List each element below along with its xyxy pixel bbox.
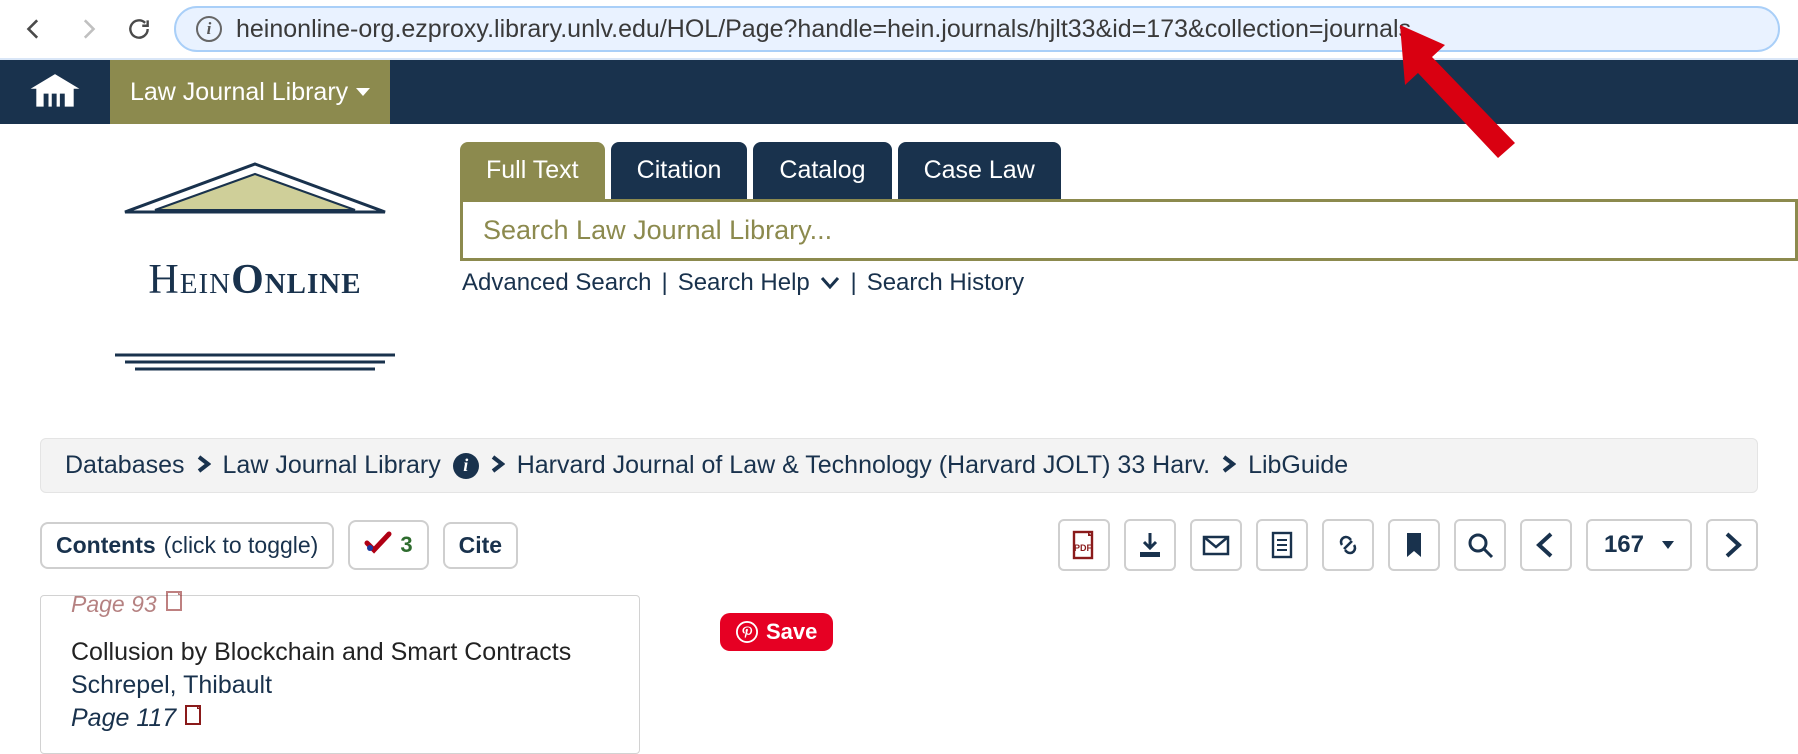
pinterest-icon: [736, 621, 758, 643]
article-author[interactable]: Schrepel, Thibault: [71, 671, 609, 700]
search-input-wrap: [460, 199, 1798, 261]
logo-text: HeinOnline: [148, 256, 361, 304]
prev-article-page-line[interactable]: Page 93: [71, 590, 609, 618]
document-viewer[interactable]: Save: [700, 595, 1758, 754]
pinterest-save-button[interactable]: Save: [720, 613, 833, 651]
save-label: Save: [766, 619, 817, 645]
pdf-download-button[interactable]: PDF: [1058, 519, 1110, 571]
svg-text:PDF: PDF: [1074, 543, 1093, 553]
permalink-button[interactable]: [1322, 519, 1374, 571]
annotation-arrow: [1400, 25, 1540, 170]
nav-forward-button[interactable]: [70, 12, 104, 46]
pdf-icon: [165, 590, 185, 618]
advanced-search-link[interactable]: Advanced Search: [462, 269, 651, 297]
next-page-button[interactable]: [1706, 519, 1758, 571]
home-icon[interactable]: [0, 60, 110, 124]
text-page-button[interactable]: [1256, 519, 1308, 571]
info-icon[interactable]: i: [453, 453, 479, 479]
search-links-row: Advanced Search | Search Help | Search H…: [460, 261, 1798, 305]
prev-page-button[interactable]: [1520, 519, 1572, 571]
tab-citation[interactable]: Citation: [611, 142, 748, 199]
bookmark-button[interactable]: [1388, 519, 1440, 571]
nav-back-button[interactable]: [18, 12, 52, 46]
divider: |: [850, 269, 856, 297]
breadcrumb: Databases Law Journal Library i Harvard …: [40, 438, 1758, 493]
document-toolbar: Contents (click to toggle) 3 Cite PDF 16…: [40, 519, 1758, 571]
article-page-link[interactable]: Page 117: [71, 704, 609, 733]
contents-panel: Page 93 Collusion by Blockchain and Smar…: [40, 595, 640, 754]
chevron-right-icon: [491, 451, 505, 480]
cite-button[interactable]: Cite: [443, 522, 518, 569]
contents-toggle-button[interactable]: Contents (click to toggle): [40, 522, 334, 569]
article-title[interactable]: Collusion by Blockchain and Smart Contra…: [71, 638, 609, 667]
page-number-select[interactable]: 167: [1586, 519, 1692, 571]
breadcrumb-libguide[interactable]: LibGuide: [1248, 451, 1348, 480]
search-block: Full Text Citation Catalog Case Law Adva…: [460, 142, 1798, 418]
search-tab-row: Full Text Citation Catalog Case Law: [460, 142, 1798, 199]
nav-reload-button[interactable]: [122, 12, 156, 46]
url-text: heinonline-org.ezproxy.library.unlv.edu/…: [236, 15, 1411, 44]
library-dropdown-label: Law Journal Library: [130, 78, 348, 107]
search-input[interactable]: [483, 215, 1775, 246]
flag-count: 3: [400, 532, 412, 558]
email-button[interactable]: [1190, 519, 1242, 571]
library-dropdown[interactable]: Law Journal Library: [110, 60, 390, 124]
site-info-icon[interactable]: i: [196, 16, 222, 42]
caret-down-icon: [356, 88, 370, 96]
divider: |: [661, 269, 667, 297]
search-history-link[interactable]: Search History: [867, 269, 1024, 297]
chevron-down-icon: [820, 269, 840, 297]
chevron-right-icon: [197, 451, 211, 480]
heinonline-logo[interactable]: HeinOnline: [70, 142, 440, 418]
search-in-page-button[interactable]: [1454, 519, 1506, 571]
search-help-link[interactable]: Search Help: [678, 269, 841, 297]
breadcrumb-databases[interactable]: Databases: [65, 451, 185, 480]
scholar-check-button[interactable]: 3: [348, 520, 428, 570]
tab-full-text[interactable]: Full Text: [460, 142, 605, 199]
check-flag-icon: [364, 530, 392, 560]
tab-case-law[interactable]: Case Law: [898, 142, 1061, 199]
breadcrumb-journal[interactable]: Harvard Journal of Law & Technology (Har…: [517, 451, 1210, 480]
page-number-value: 167: [1604, 531, 1644, 559]
caret-down-icon: [1662, 541, 1674, 549]
tab-catalog[interactable]: Catalog: [753, 142, 891, 199]
body-columns: Page 93 Collusion by Blockchain and Smar…: [40, 595, 1758, 754]
pdf-icon: [184, 704, 204, 733]
download-button[interactable]: [1124, 519, 1176, 571]
chevron-right-icon: [1222, 451, 1236, 480]
breadcrumb-library[interactable]: Law Journal Library: [223, 451, 441, 480]
